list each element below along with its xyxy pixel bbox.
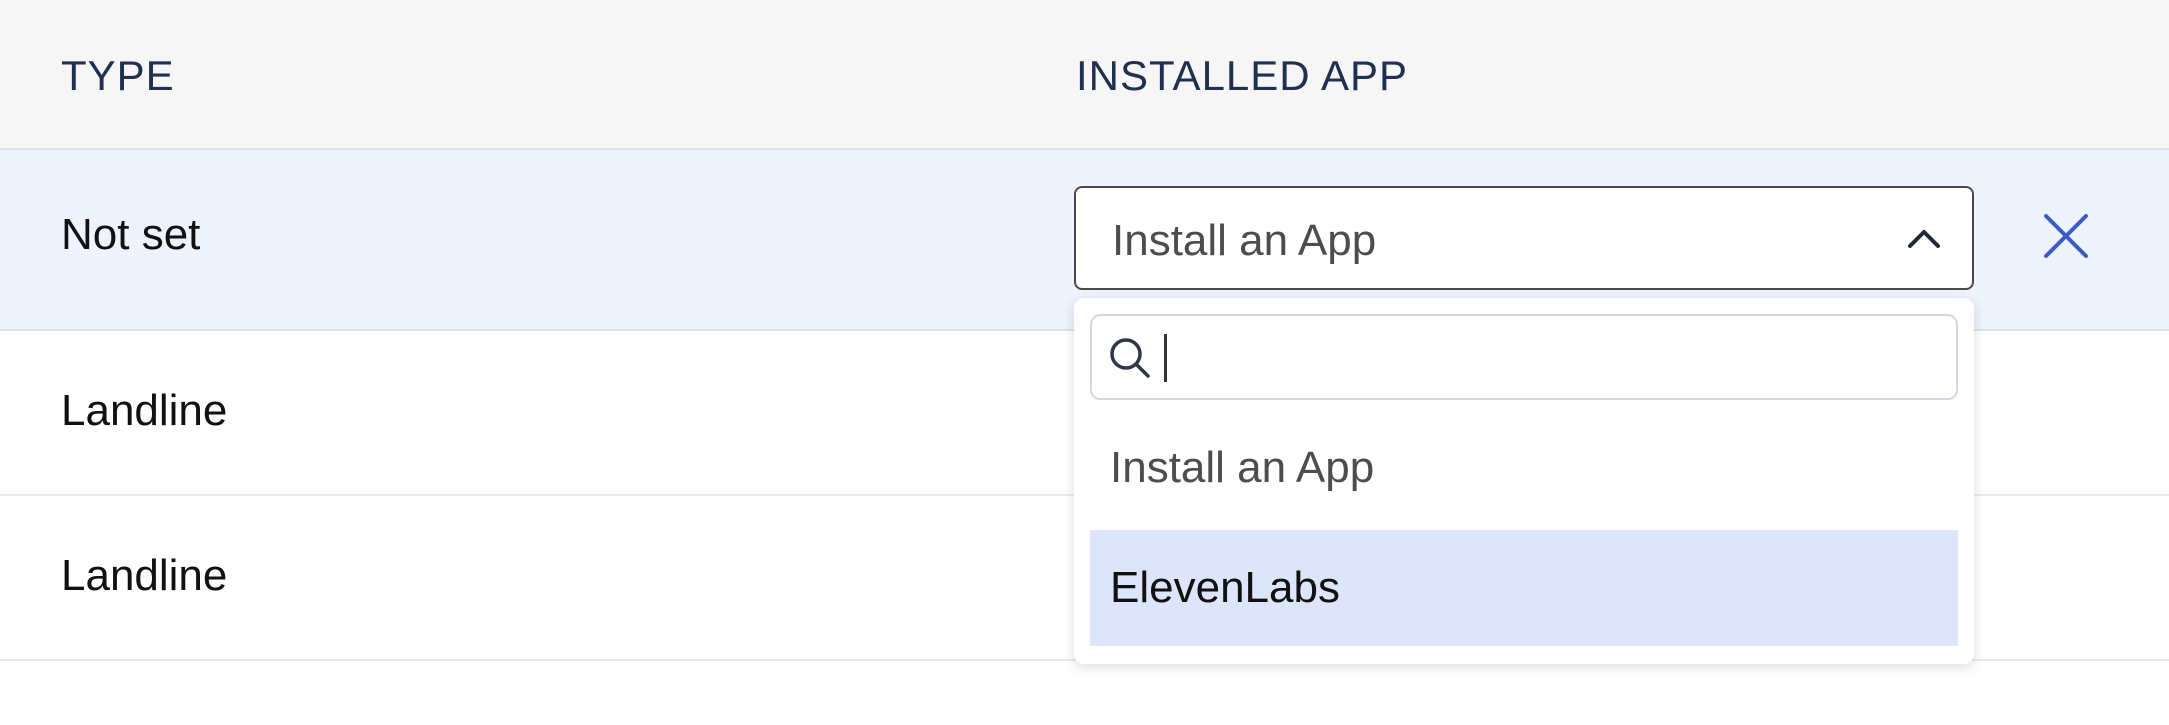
- phone-numbers-table: TYPE INSTALLED APP Not set Landline Land…: [0, 0, 2169, 725]
- select-value: Install an App: [1112, 216, 1377, 265]
- chevron-up-icon[interactable]: [1902, 218, 1946, 258]
- installed-app-select[interactable]: Install an App: [1074, 186, 1974, 290]
- installed-app-dropdown: Install an App ElevenLabs: [1074, 298, 1974, 664]
- search-icon: [1110, 338, 1150, 378]
- column-header-type: TYPE: [61, 52, 175, 99]
- type-cell: Landline: [61, 386, 228, 435]
- table-header: TYPE INSTALLED APP: [0, 0, 2169, 150]
- type-cell: Not set: [61, 210, 201, 259]
- column-header-installed-app: INSTALLED APP: [1076, 52, 1409, 99]
- type-cell: Landline: [61, 551, 228, 600]
- search-input[interactable]: [1162, 326, 1942, 388]
- close-icon[interactable]: [2038, 208, 2094, 264]
- dropdown-option[interactable]: Install an App: [1090, 410, 1958, 526]
- dropdown-search[interactable]: [1090, 314, 1958, 400]
- dropdown-option-highlighted[interactable]: ElevenLabs: [1090, 530, 1958, 646]
